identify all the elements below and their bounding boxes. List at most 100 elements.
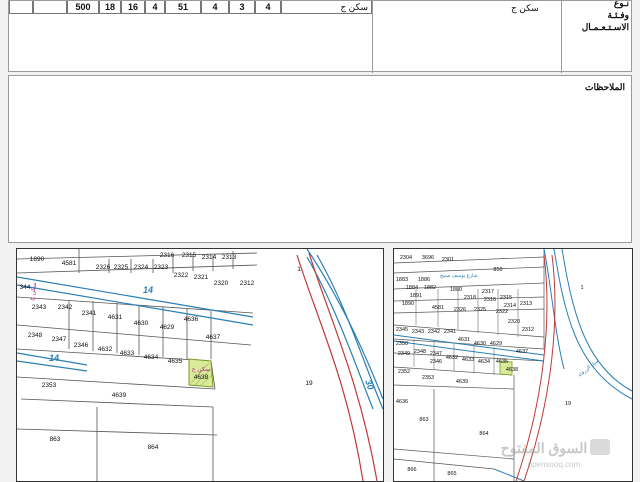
parcel-label: 19 xyxy=(305,380,313,387)
parcel-label: 2323 xyxy=(154,264,169,271)
parcel-label: 866 xyxy=(407,467,416,473)
notes-label: الملاحظات xyxy=(585,82,625,92)
parcel-label: 2316 xyxy=(484,297,496,303)
form-cell: 500 xyxy=(67,1,99,14)
parcel-label: 2346 xyxy=(74,342,89,349)
parcel-label: 2346 xyxy=(430,359,442,365)
parcel-label: 1884 xyxy=(406,285,418,291)
form-cell-empty xyxy=(9,1,33,14)
form-cell: 4 xyxy=(145,1,165,14)
parcel-label: 2347 xyxy=(430,351,442,357)
parcel-label: 2341 xyxy=(82,310,97,317)
parcel-label: 2314 xyxy=(202,254,217,261)
parcel-label: 2342 xyxy=(428,329,440,335)
parcel-label: 1 xyxy=(580,285,583,291)
usage-label-line2: وفـئـة xyxy=(607,10,629,20)
map-right-drawing: 2304 3696 2301 850 1883 1886 1884 1882 1… xyxy=(394,249,632,481)
parcel-label: 4635 xyxy=(168,358,183,365)
parcel-label: 2353 xyxy=(422,375,434,381)
parcel-label: 1891 xyxy=(410,293,422,299)
parcel-label: 864 xyxy=(148,444,159,451)
parcel-label: 2304 xyxy=(400,255,412,261)
parcel-label: 3696 xyxy=(422,255,434,261)
parcel-label: 2347 xyxy=(52,336,67,343)
parcel-label: 2342 xyxy=(58,304,73,311)
usage-divider xyxy=(561,1,562,73)
form-cell-empty xyxy=(33,1,67,14)
street-label: شارع يوسف صبيح xyxy=(440,273,478,279)
street-label: 14 xyxy=(143,285,153,295)
parcel-label: 2353 xyxy=(42,382,57,389)
parcel-label: 4637 xyxy=(516,349,528,355)
parcel-label: 2352 xyxy=(398,369,410,375)
parcel-label: 2350 xyxy=(396,341,408,347)
parcel-label: 4581 xyxy=(62,260,77,267)
highlight-zone-label: سكن ج xyxy=(192,366,210,373)
form-cell: 4 xyxy=(201,1,229,14)
parcel-label: 2316 xyxy=(160,252,175,259)
parcel-label: 4638 xyxy=(194,374,209,381)
form-cell: 3 xyxy=(229,1,255,14)
parcel-label: 344 xyxy=(20,284,31,291)
parcel-label: 4631 xyxy=(108,314,123,321)
parcel-label: 4639 xyxy=(456,379,468,385)
parcel-label: 1890 xyxy=(30,256,45,263)
parcel-label: 4629 xyxy=(160,324,175,331)
parcel-label: 2313 xyxy=(222,254,237,261)
parcel-label: 4630 xyxy=(474,341,486,347)
parcel-label: 2322 xyxy=(496,309,508,315)
street-label: 14 xyxy=(49,353,59,363)
parcel-label: 2320 xyxy=(214,280,229,287)
parcel-label: 863 xyxy=(419,417,428,423)
watermark-arabic: السوق المفتوح xyxy=(501,440,587,457)
form-cell-usage: سكن ج xyxy=(281,1,372,14)
parcel-label: 1883 xyxy=(396,277,408,283)
parcel-label: 2312 xyxy=(522,327,534,333)
form-cell: 51 xyxy=(165,1,201,14)
parcel-label: 4632 xyxy=(98,346,113,353)
land-info-form: 500 18 16 4 51 4 3 4 سكن ج سكن ج نـوع وف… xyxy=(8,0,632,73)
parcel-label: 863 xyxy=(50,436,61,443)
usage-label-line3: الاسـتـعـمـال xyxy=(581,22,629,32)
usage-value: سكن ج xyxy=(511,3,539,13)
parcel-label: 2324 xyxy=(134,264,149,271)
parcel-label: 2313 xyxy=(520,301,532,307)
parcel-label: 19 xyxy=(565,401,571,407)
cadastral-map-overview: 2304 3696 2301 850 1883 1886 1884 1882 1… xyxy=(393,248,633,482)
parcel-label: 1882 xyxy=(424,285,436,291)
parcel-label: 4629 xyxy=(490,341,502,347)
opensooq-watermark: السوق المفتوح opensooq.com xyxy=(501,439,610,469)
parcel-label: 2320 xyxy=(508,319,520,325)
parcel-label: 2348 xyxy=(414,349,426,355)
parcel-label: 4639 xyxy=(112,392,127,399)
parcel-label: 850 xyxy=(493,267,502,273)
parcel-label: 2317 xyxy=(482,289,494,295)
parcel-label: 2345 xyxy=(396,327,408,333)
parcel-label: 864 xyxy=(479,431,488,437)
parcel-label: 4634 xyxy=(478,359,490,365)
map-left-drawing: 1890 4581 2326 2325 2324 2323 2322 2321 … xyxy=(17,249,383,481)
parcel-label: 2318 xyxy=(464,295,476,301)
parcel-label: 2343 xyxy=(32,304,47,311)
parcel-label: 4632 xyxy=(446,355,458,361)
parcel-label: 4634 xyxy=(144,354,159,361)
parcel-label: 4636 xyxy=(184,316,199,323)
parcel-label: 4638 xyxy=(506,367,518,373)
parcel-label: 1 xyxy=(297,266,301,273)
parcel-label: 4633 xyxy=(462,357,474,363)
parcel-label: 2341 xyxy=(444,329,456,335)
parcel-label: 4636 xyxy=(396,399,408,405)
form-cell: 18 xyxy=(99,1,121,14)
parcel-label: 4635 xyxy=(496,359,508,365)
parcel-label: 2325 xyxy=(114,264,129,271)
parcel-label: 2315 xyxy=(182,252,197,259)
parcel-label: 2321 xyxy=(194,274,209,281)
parcel-label: 2322 xyxy=(174,272,189,279)
parcel-label: 4637 xyxy=(206,334,221,341)
notes-box: الملاحظات xyxy=(8,75,632,243)
parcel-label: 4631 xyxy=(458,337,470,343)
cadastral-map-detail: 1890 4581 2326 2325 2324 2323 2322 2321 … xyxy=(16,248,384,482)
parcel-label: 2348 xyxy=(28,332,43,339)
parcel-label: 2315 xyxy=(500,295,512,301)
watermark-english: opensooq.com xyxy=(528,460,581,469)
